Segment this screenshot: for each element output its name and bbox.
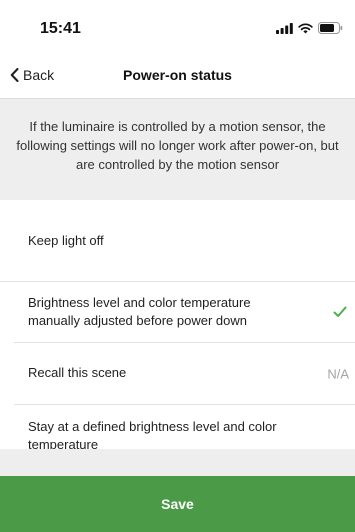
option-previous-brightness[interactable]: Brightness level and color temperature m… — [14, 282, 355, 343]
battery-icon — [318, 22, 343, 34]
option-label: Stay at a defined brightness level and c… — [28, 419, 277, 452]
status-bar: 15:41 — [0, 0, 355, 52]
status-time: 15:41 — [40, 20, 81, 37]
wifi-icon — [298, 22, 313, 33]
footer-spacer — [0, 449, 355, 476]
option-keep-light-off[interactable]: Keep light off — [0, 200, 355, 282]
save-button[interactable]: Save — [0, 476, 355, 532]
navigation-bar: Back Power-on status — [0, 52, 355, 99]
option-recall-scene[interactable]: Recall this scene N/A — [14, 343, 355, 405]
option-label: Brightness level and color temperature m… — [28, 295, 251, 328]
cellular-signal-icon — [276, 22, 293, 34]
info-text-line: If the luminaire is controlled by a moti… — [29, 119, 326, 134]
option-label: Recall this scene — [28, 365, 127, 380]
info-text-line: following settings will no longer work a… — [16, 138, 339, 153]
page-title: Power-on status — [123, 67, 232, 83]
power-on-options-list: Keep light off Brightness level and colo… — [0, 200, 355, 469]
motion-sensor-info: If the luminaire is controlled by a moti… — [0, 99, 355, 200]
checkmark-icon — [333, 306, 347, 317]
option-label: Keep light off — [28, 233, 104, 248]
info-text-line: are controlled by the motion sensor — [75, 157, 280, 172]
option-value: N/A — [327, 366, 349, 381]
status-icons — [276, 21, 343, 35]
